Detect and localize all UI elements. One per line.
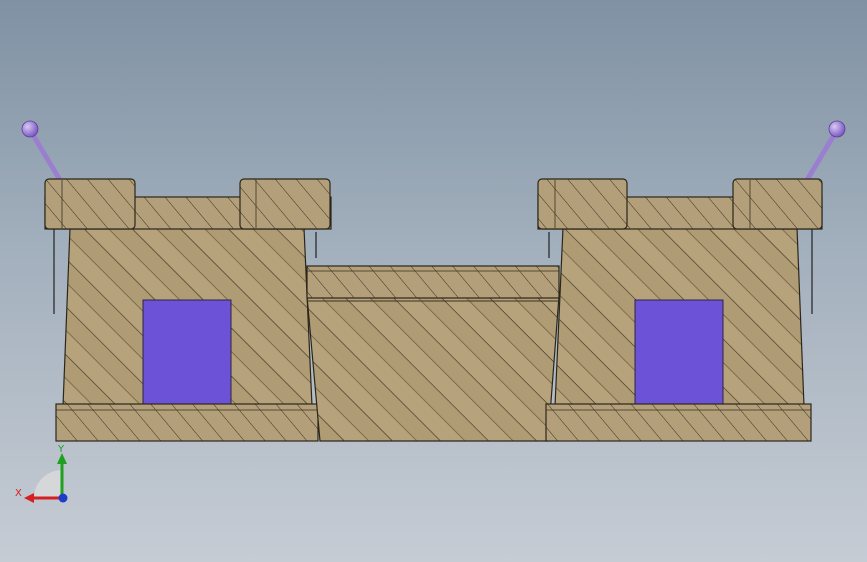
right-tower-window — [634, 299, 724, 405]
left-antenna-rod — [27, 128, 63, 182]
right-tower-merlon-2 — [732, 178, 823, 230]
x-axis-label: X — [15, 488, 22, 499]
left-tower-merlon-1 — [44, 178, 136, 230]
right-antenna-rod — [804, 128, 840, 182]
z-axis-dot-icon — [58, 493, 68, 503]
left-antenna-knob — [21, 120, 39, 138]
graphics-viewport[interactable]: X Y — [0, 0, 867, 562]
right-tower-merlon-1 — [537, 178, 628, 230]
right-tower-base — [545, 403, 812, 442]
x-axis-arrowhead-icon — [24, 493, 34, 503]
triad-plane-icon — [34, 470, 62, 498]
right-antenna-knob — [828, 120, 846, 138]
left-tower-base — [55, 403, 319, 442]
right-tower — [537, 120, 846, 442]
center-wall-body — [306, 295, 560, 442]
center-wall — [306, 265, 560, 442]
left-tower-window — [142, 299, 232, 405]
left-tower — [21, 120, 332, 442]
left-tower-merlon-2 — [239, 178, 331, 230]
reference-triad[interactable]: X Y — [15, 444, 68, 503]
y-axis-label: Y — [57, 444, 65, 455]
